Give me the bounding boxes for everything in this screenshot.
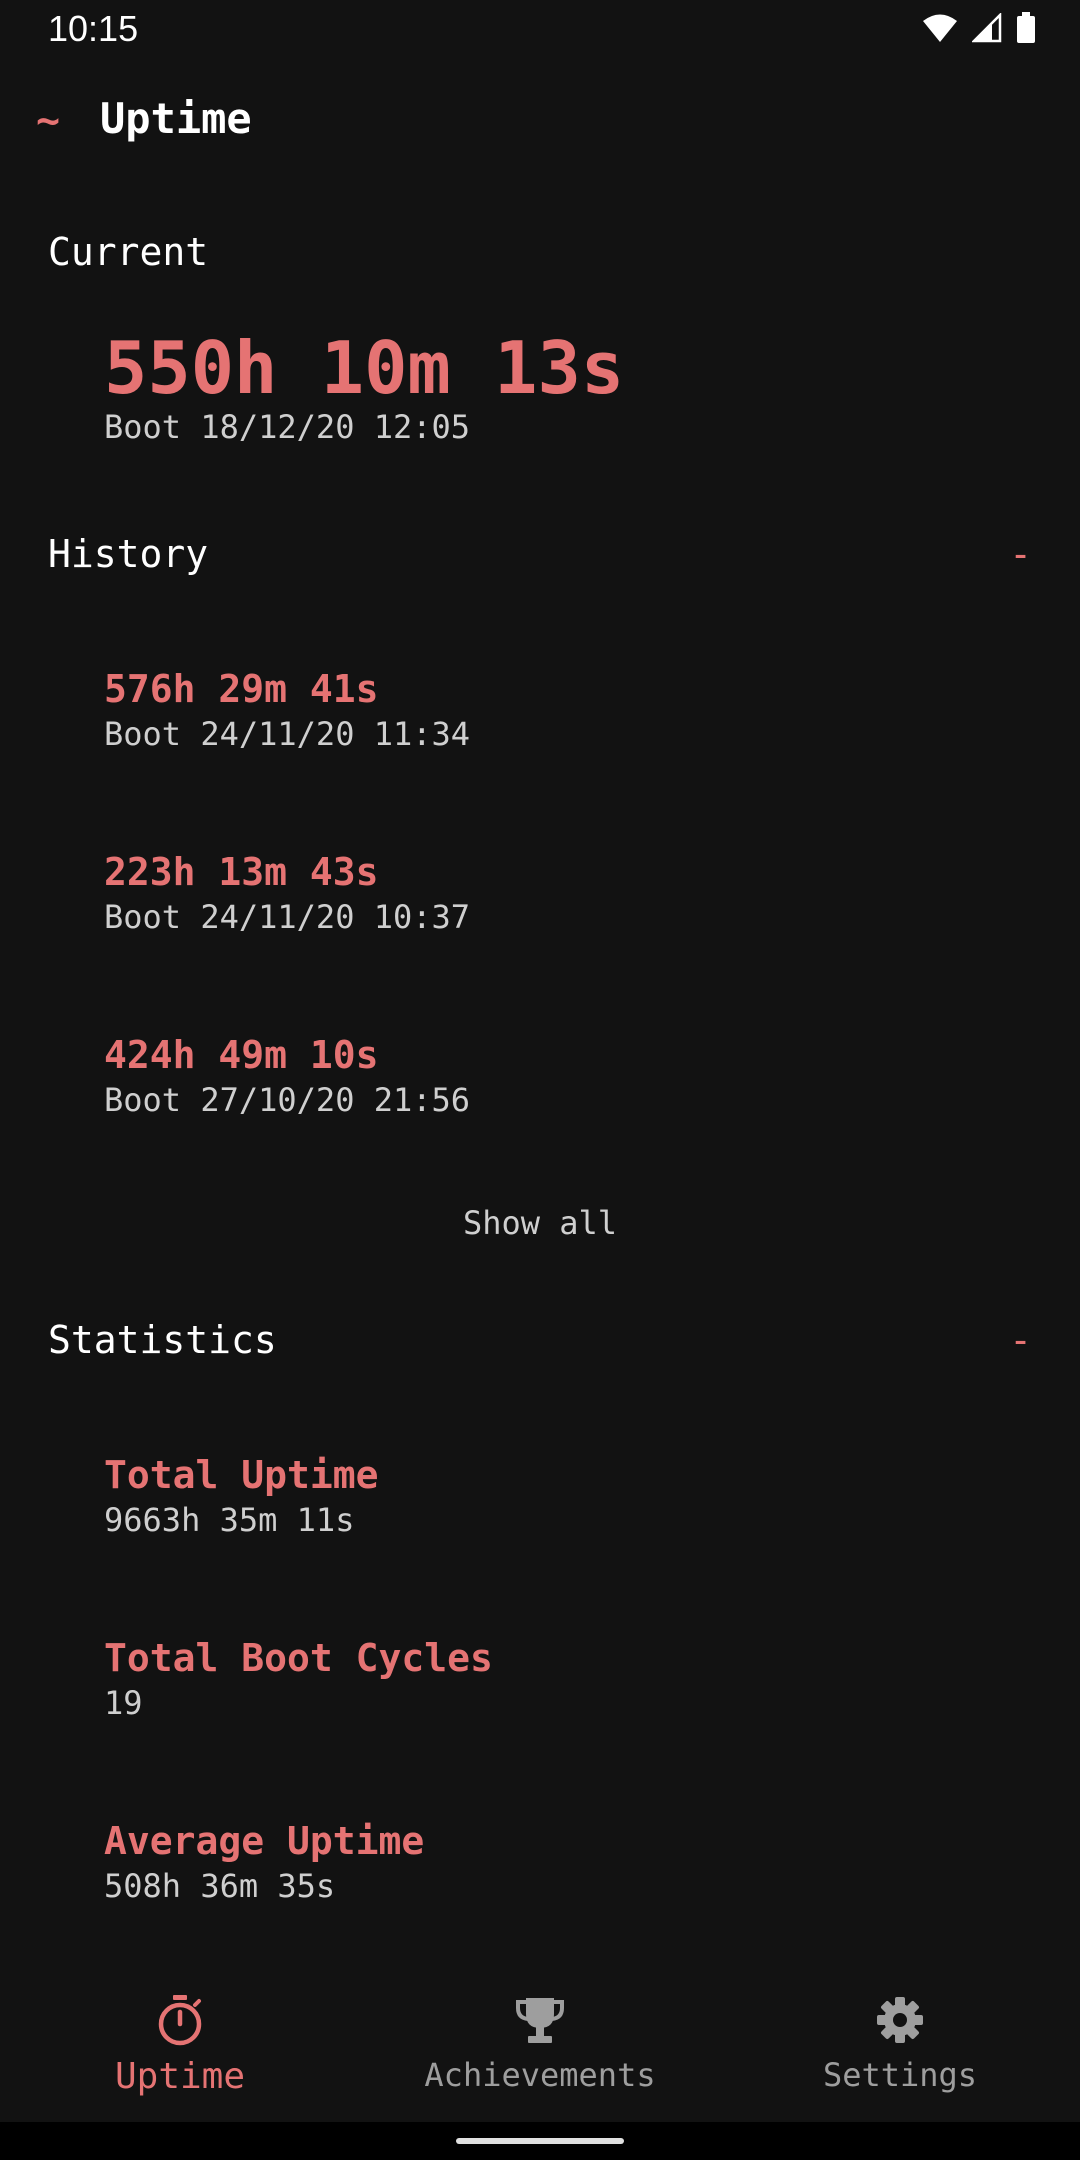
history-item-duration: 424h 49m 10s <box>104 1033 379 1077</box>
app-title: Uptime <box>100 94 252 143</box>
statistic-label: Total Boot Cycles <box>104 1636 493 1680</box>
battery-icon <box>1016 12 1036 48</box>
wifi-icon <box>922 13 958 47</box>
history-item-boot: Boot 24/11/20 10:37 <box>104 898 471 936</box>
system-navigation-bar <box>0 2122 1080 2160</box>
current-section-header: Current <box>48 230 209 274</box>
show-all-button[interactable]: Show all <box>0 1204 1080 1242</box>
nav-label-uptime: Uptime <box>114 2056 246 2097</box>
statistic-value: 9663h 35m 11s <box>104 1501 355 1539</box>
gear-icon <box>875 1990 925 2050</box>
history-item-boot: Boot 24/11/20 11:34 <box>104 715 471 753</box>
trophy-icon <box>514 1990 566 2050</box>
history-list-item: 576h 29m 41s Boot 24/11/20 11:34 <box>104 666 1004 756</box>
app-bar: ~ Uptime <box>0 80 1080 160</box>
history-item-duration: 223h 13m 43s <box>104 850 379 894</box>
history-item-duration: 576h 29m 41s <box>104 667 379 711</box>
history-list-item: 424h 49m 10s Boot 27/10/20 21:56 <box>104 1032 1004 1122</box>
status-bar: 10:15 <box>0 0 1080 60</box>
statistics-section-header: Statistics <box>48 1318 277 1362</box>
stopwatch-icon <box>156 1990 204 2050</box>
statistic-label: Average Uptime <box>104 1819 425 1863</box>
nav-label-achievements: Achievements <box>424 2056 656 2094</box>
nav-item-settings[interactable]: Settings <box>720 1990 1080 2120</box>
nav-item-achievements[interactable]: Achievements <box>360 1990 720 2120</box>
nav-label-settings: Settings <box>822 2056 978 2094</box>
statistics-collapse-button[interactable]: - <box>1009 1318 1032 1362</box>
statistic-item: Average Uptime 508h 36m 35s <box>104 1818 1004 1908</box>
history-section-header: History <box>48 532 209 576</box>
history-list-item: 223h 13m 43s Boot 24/11/20 10:37 <box>104 849 1004 939</box>
current-uptime-value: 550h 10m 13s <box>104 326 625 410</box>
statistic-label: Total Uptime <box>104 1453 379 1497</box>
statistic-value: 508h 36m 35s <box>104 1867 336 1905</box>
bottom-navigation: Uptime Achievements Settings <box>0 1990 1080 2120</box>
current-boot-time: Boot 18/12/20 12:05 <box>104 408 471 446</box>
statistic-value: 19 <box>104 1684 143 1722</box>
cellular-signal-icon <box>970 11 1002 47</box>
statistic-item: Total Uptime 9663h 35m 11s <box>104 1452 1004 1542</box>
history-collapse-button[interactable]: - <box>1009 532 1032 576</box>
nav-item-uptime[interactable]: Uptime <box>0 1990 360 2120</box>
statistic-item: Total Boot Cycles 19 <box>104 1635 1004 1725</box>
status-icons <box>922 11 1036 48</box>
status-time: 10:15 <box>48 8 139 49</box>
app-logo-icon: ~ <box>36 98 61 144</box>
history-item-boot: Boot 27/10/20 21:56 <box>104 1081 471 1119</box>
home-indicator[interactable] <box>456 2138 624 2144</box>
